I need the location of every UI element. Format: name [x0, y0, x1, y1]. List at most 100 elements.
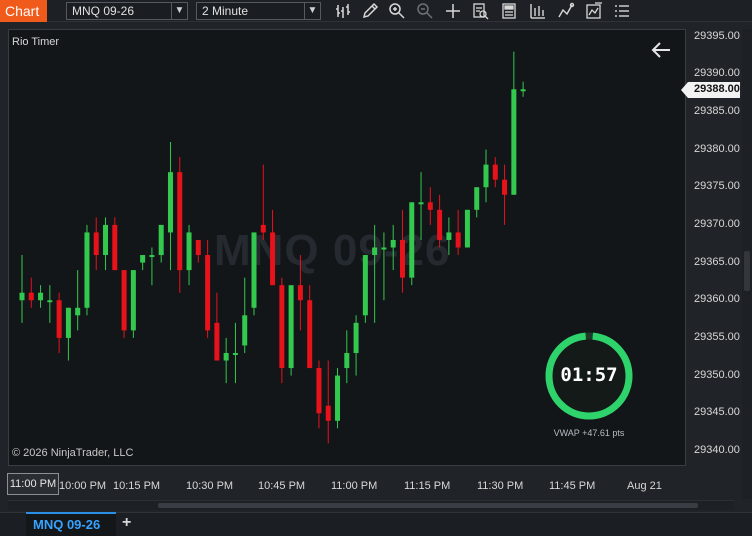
candle-body [38, 292, 44, 301]
candle [483, 149, 489, 203]
price-tick: 29390.00 [694, 67, 740, 80]
chevron-down-icon[interactable]: ▼ [171, 3, 187, 19]
time-tick: Aug 21 [627, 480, 662, 492]
candle [502, 164, 508, 225]
candle [149, 247, 155, 286]
candle [260, 164, 266, 240]
candle-body [307, 300, 313, 369]
candle [446, 217, 452, 256]
candle-body [93, 232, 99, 256]
right-edge-bar [742, 29, 752, 499]
candle [167, 142, 173, 271]
candle-body [149, 255, 155, 258]
candle [390, 224, 396, 271]
candle [316, 360, 322, 429]
candle [437, 194, 443, 248]
candle [520, 81, 526, 97]
scrollbar-thumb[interactable] [158, 503, 698, 508]
candle-body [325, 405, 331, 421]
candle-body [158, 224, 164, 256]
chart-trader-icon[interactable] [500, 2, 518, 20]
candle [65, 307, 71, 361]
candle-body [474, 187, 480, 210]
candle-body [344, 352, 350, 369]
price-tick: 29340.00 [694, 443, 740, 456]
timer-countdown: 01:57 [560, 364, 618, 386]
draw-pencil-icon[interactable] [361, 2, 379, 20]
candle-body [427, 202, 433, 210]
chart-window-tab[interactable]: Chart [0, 0, 47, 22]
candle [121, 270, 127, 338]
interval-selector[interactable]: 2 Minute ▼ [196, 2, 321, 20]
candle-body [205, 255, 211, 331]
candle-body [121, 270, 127, 331]
candle [158, 224, 164, 263]
vwap-readout: VWAP +47.61 pts [553, 428, 625, 438]
candle-body [130, 270, 136, 331]
time-tick: 10:30 PM [186, 480, 234, 492]
price-tick: 29395.00 [694, 29, 740, 42]
chart-window: Chart MNQ 09-26 ▼ 2 Minute ▼ MNQ 09-26 R… [0, 0, 752, 536]
candle [288, 285, 294, 376]
properties-icon[interactable] [613, 2, 631, 20]
candle-body [251, 232, 257, 308]
time-tick: 11:45 PM [549, 480, 596, 492]
arrow-left-icon[interactable] [650, 40, 672, 60]
candle [186, 224, 192, 286]
candle [279, 277, 285, 384]
candle [130, 270, 136, 338]
bar-timer-widget: 01:57 [543, 330, 635, 422]
candle-body [260, 224, 266, 233]
candle-body [232, 352, 238, 355]
zoom-out-icon[interactable] [416, 2, 434, 20]
candle-body [140, 255, 146, 263]
horizontal-scrollbar[interactable] [8, 500, 734, 510]
chevron-down-icon[interactable]: ▼ [304, 3, 320, 19]
price-tick: 29370.00 [694, 217, 740, 230]
candle-body [316, 368, 322, 414]
candle-body [19, 292, 25, 301]
candle-body [47, 300, 53, 303]
candle [344, 330, 350, 384]
price-tick: 29365.00 [694, 255, 740, 268]
candle-body [464, 209, 470, 248]
time-axis[interactable]: 10:00 PM 10:15 PM 10:30 PM 10:45 PM 11:0… [8, 467, 686, 497]
candle [325, 360, 331, 444]
candle-body [56, 300, 62, 338]
candle [75, 270, 81, 331]
bar-type-icon[interactable] [334, 2, 352, 20]
candle-body [65, 307, 71, 338]
candle [464, 209, 470, 248]
candle [251, 232, 257, 316]
candle-body [446, 232, 452, 240]
candle-body [483, 164, 489, 188]
price-tick: 29380.00 [694, 142, 740, 155]
data-box-icon[interactable] [471, 2, 489, 20]
zoom-in-icon[interactable] [388, 2, 406, 20]
crosshair-icon[interactable] [444, 2, 462, 20]
candle-body [112, 224, 118, 271]
candle [242, 277, 248, 353]
candle [455, 209, 461, 256]
indicators-icon[interactable] [529, 2, 547, 20]
candle-body [437, 209, 443, 240]
candle-body [409, 202, 415, 278]
candle [372, 224, 378, 323]
candle-body [520, 89, 526, 92]
candle-body [372, 247, 378, 256]
add-tab-button[interactable]: + [122, 514, 131, 532]
price-tick: 29375.00 [694, 180, 740, 193]
templates-icon[interactable] [585, 2, 603, 20]
candle [140, 255, 146, 271]
candle-body [279, 285, 285, 369]
candle-body [223, 352, 229, 361]
tab-mnq-09-26[interactable]: MNQ 09-26 [26, 512, 116, 536]
time-tick: 10:15 PM [113, 480, 161, 492]
time-tick: 10:45 PM [258, 480, 306, 492]
strategies-icon[interactable] [557, 2, 575, 20]
candle-body [84, 232, 90, 308]
candle [270, 209, 276, 286]
candle [307, 285, 313, 369]
candle [511, 51, 517, 195]
instrument-selector[interactable]: MNQ 09-26 ▼ [66, 2, 188, 20]
